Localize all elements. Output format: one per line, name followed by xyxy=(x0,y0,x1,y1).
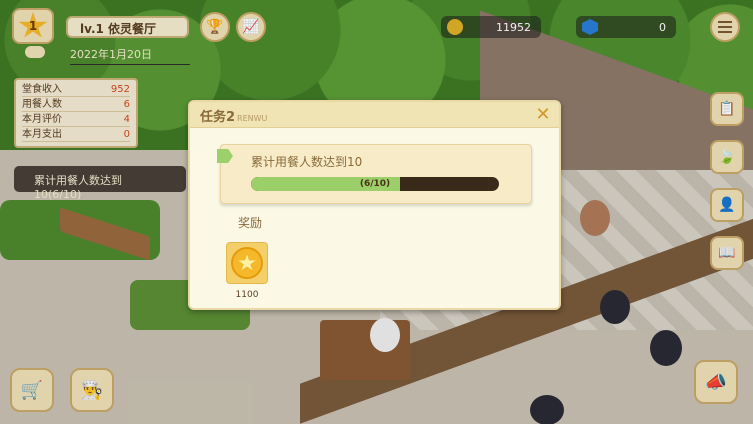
close-button[interactable]: ✕ xyxy=(533,103,553,125)
dialog-title: 任务2 xyxy=(200,110,236,125)
task-description: 累计用餐人数达到10 xyxy=(251,155,363,169)
progress-text: (6/10) xyxy=(359,179,391,189)
dialog-subtitle: RENWU xyxy=(237,114,268,123)
flag-icon xyxy=(217,149,233,163)
coin-icon xyxy=(231,247,263,279)
task-dialog: 任务2 RENWU ✕ 累计用餐人数达到10 (6/10) 奖励 1100 xyxy=(188,100,561,310)
star-icon xyxy=(238,254,256,270)
progress-bar: (6/10) xyxy=(251,177,499,191)
reward-amount: 1100 xyxy=(235,290,259,300)
reward-label: 奖励 xyxy=(238,216,263,230)
dialog-header: 任务2 RENWU xyxy=(190,102,559,128)
reward-item[interactable] xyxy=(226,242,268,284)
close-icon: ✕ xyxy=(535,103,551,125)
task-card: 累计用餐人数达到10 (6/10) xyxy=(217,144,532,204)
